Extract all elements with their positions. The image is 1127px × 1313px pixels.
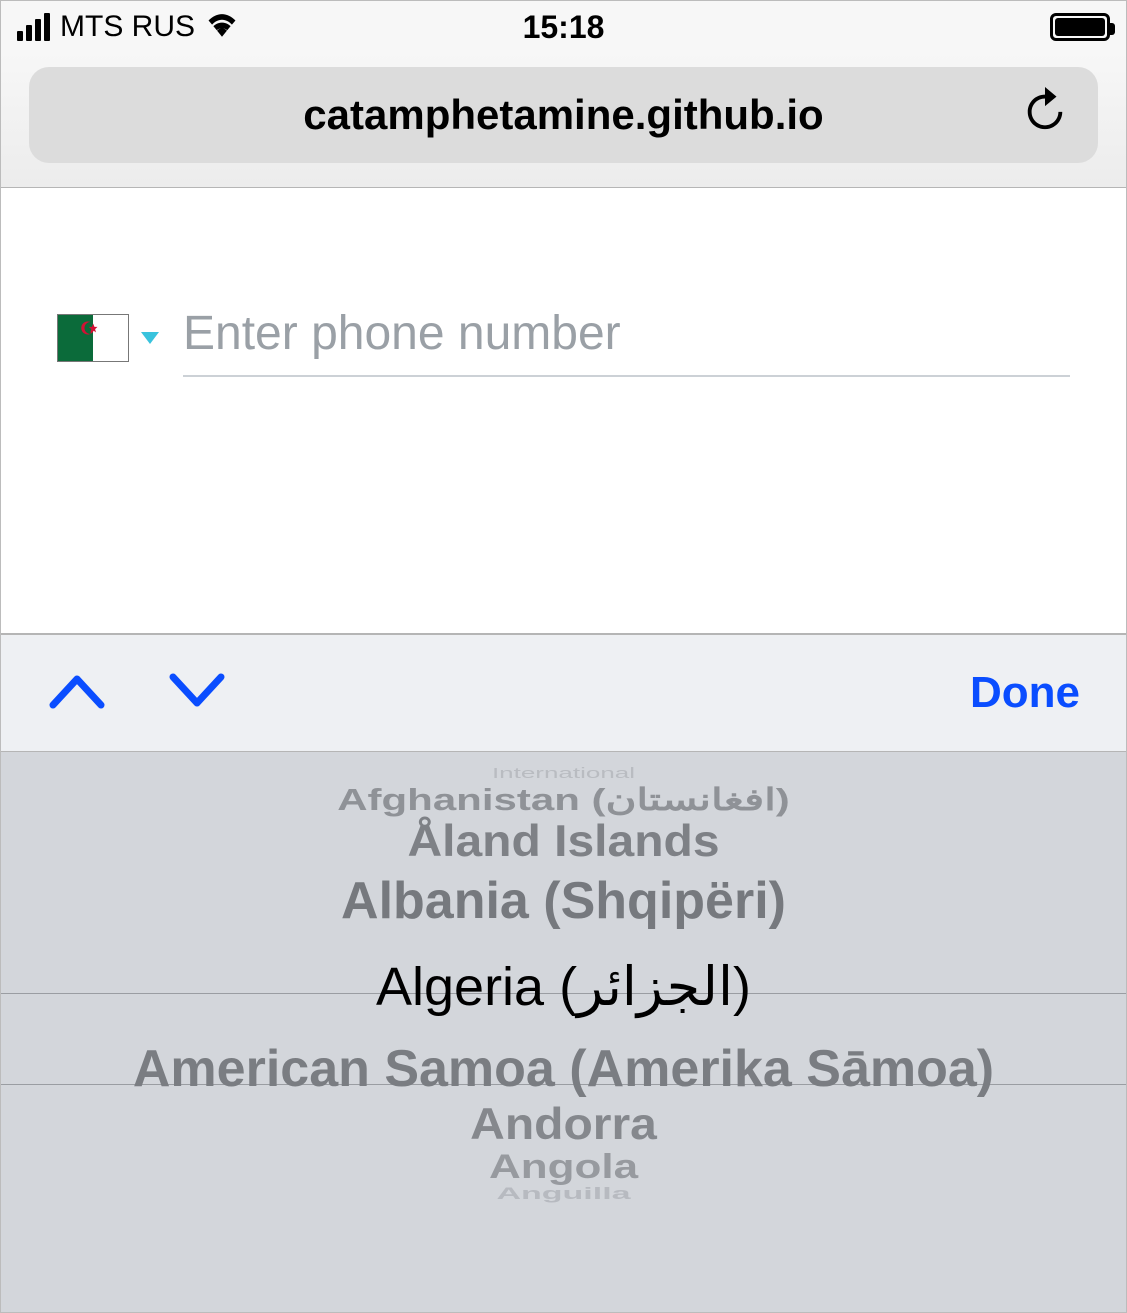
- clock: 15:18: [523, 9, 605, 46]
- phone-number-input[interactable]: [183, 298, 1070, 377]
- picker-item[interactable]: Albania (Shqipëri): [1, 871, 1126, 931]
- picker-list: International Afghanistan (افغانستان) Ål…: [1, 752, 1126, 1312]
- picker-item[interactable]: Afghanistan (افغانستان): [1, 782, 1126, 817]
- picker-item[interactable]: International: [1, 765, 1126, 782]
- picker-item[interactable]: Andorra: [1, 1099, 1126, 1150]
- browser-nav-bar: catamphetamine.github.io: [1, 53, 1126, 188]
- cell-signal-icon: [17, 13, 50, 41]
- picker-wheel[interactable]: International Afghanistan (افغانستان) Ål…: [1, 752, 1126, 1312]
- country-select[interactable]: [57, 314, 159, 362]
- keyboard-accessory-bar: Done: [1, 634, 1126, 752]
- picker-item[interactable]: Angola: [1, 1148, 1126, 1187]
- picker-item-selected[interactable]: Algeria (الجزائر): [1, 941, 1126, 1033]
- picker-item[interactable]: Anguilla: [1, 1184, 1126, 1204]
- prev-field-button[interactable]: [47, 671, 107, 716]
- page-content: [1, 188, 1126, 634]
- status-bar: MTS RUS 15:18: [1, 1, 1126, 53]
- carrier-label: MTS RUS: [60, 10, 195, 44]
- phone-input-row: [57, 298, 1070, 377]
- dropdown-caret-icon: [141, 332, 159, 344]
- next-field-button[interactable]: [167, 671, 227, 716]
- picker-item[interactable]: Åland Islands: [1, 816, 1126, 867]
- reload-icon[interactable]: [1022, 85, 1068, 146]
- status-left: MTS RUS: [17, 10, 239, 44]
- battery-icon: [1050, 13, 1110, 41]
- flag-algeria-icon: [57, 314, 129, 362]
- url-bar[interactable]: catamphetamine.github.io: [29, 67, 1098, 163]
- device-frame: MTS RUS 15:18 catamphetamine.github.io: [0, 0, 1127, 1313]
- picker-item[interactable]: American Samoa (Amerika Sāmoa): [1, 1039, 1126, 1099]
- done-button[interactable]: Done: [970, 668, 1080, 718]
- wifi-icon: [205, 11, 239, 44]
- url-text: catamphetamine.github.io: [303, 91, 823, 139]
